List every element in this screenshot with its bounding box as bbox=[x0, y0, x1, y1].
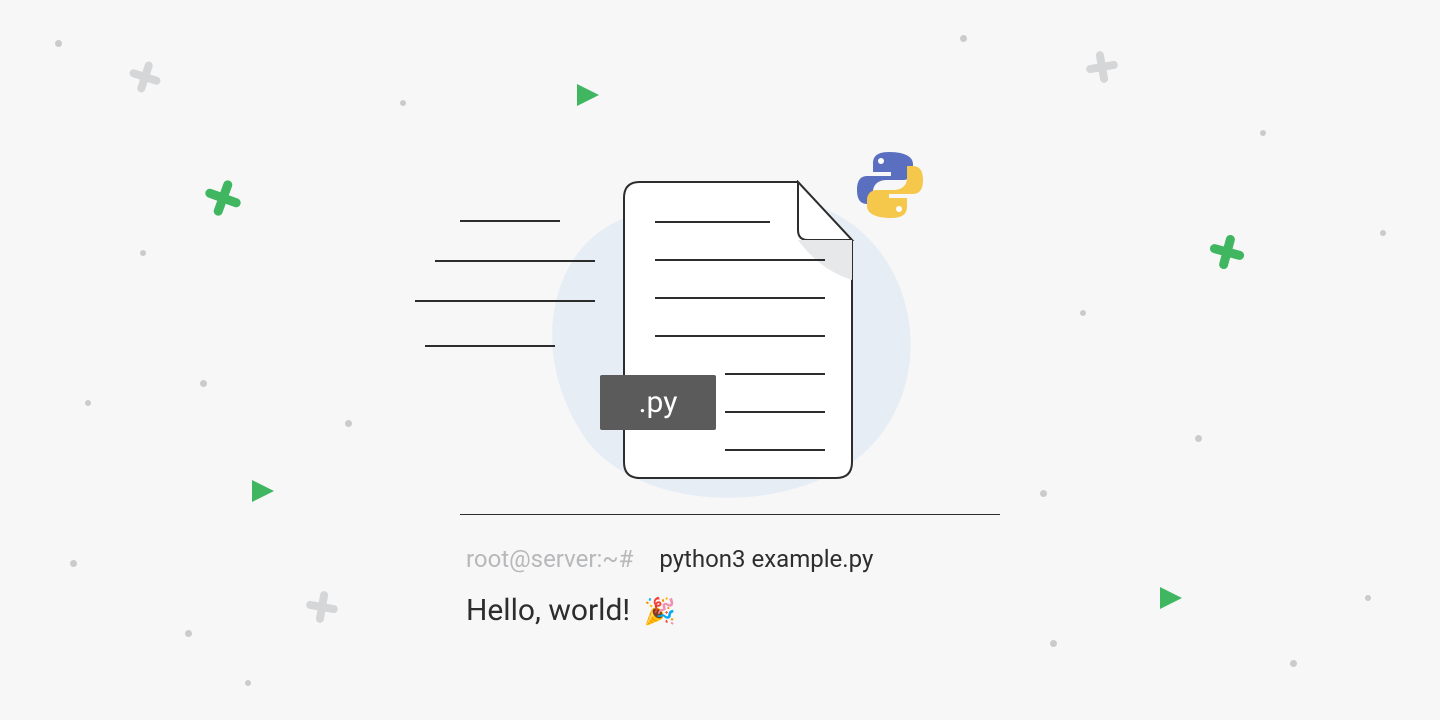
decor-dot bbox=[1040, 490, 1047, 497]
decor-dot bbox=[1290, 660, 1297, 667]
file-extension-label: .py bbox=[639, 385, 678, 420]
decor-dot bbox=[1260, 130, 1266, 136]
python-logo-icon bbox=[855, 150, 925, 220]
decor-dot bbox=[1195, 435, 1202, 442]
decor-dot bbox=[1365, 595, 1371, 601]
x-icon bbox=[305, 590, 339, 628]
decor-dot bbox=[1380, 230, 1386, 236]
terminal-block: root@server:~# python3 example.py Hello,… bbox=[460, 514, 1000, 628]
decor-dot bbox=[960, 35, 967, 42]
decor-dot bbox=[185, 630, 192, 637]
party-popper-icon: 🎉 bbox=[644, 597, 676, 627]
decor-dot bbox=[85, 400, 91, 406]
illustration-stage: .py root@server:~# python3 example.py He… bbox=[0, 0, 1440, 720]
speed-line bbox=[435, 260, 595, 262]
terminal-command-line: root@server:~# python3 example.py bbox=[460, 545, 1000, 573]
decor-dot bbox=[200, 380, 207, 387]
document-icon bbox=[620, 180, 870, 480]
decor-dot bbox=[245, 680, 251, 686]
divider bbox=[460, 514, 1000, 515]
play-icon bbox=[1158, 585, 1184, 615]
decor-dot bbox=[1080, 310, 1086, 316]
speed-line bbox=[415, 300, 595, 302]
decor-dot bbox=[400, 100, 406, 106]
decor-dot bbox=[55, 40, 62, 47]
play-icon bbox=[250, 478, 276, 508]
file-extension-badge: .py bbox=[600, 375, 716, 430]
x-icon bbox=[1085, 50, 1119, 88]
terminal-command: python3 example.py bbox=[659, 545, 873, 573]
terminal-prompt: root@server:~# bbox=[466, 545, 633, 573]
plus-icon bbox=[205, 180, 241, 220]
terminal-output-text: Hello, world! bbox=[466, 593, 630, 628]
play-icon bbox=[575, 82, 601, 112]
decor-dot bbox=[1050, 640, 1057, 647]
speed-line bbox=[425, 345, 555, 347]
decor-dot bbox=[345, 420, 352, 427]
x-icon bbox=[128, 60, 162, 98]
decor-dot bbox=[70, 560, 77, 567]
python-file-illustration: .py bbox=[390, 150, 950, 520]
plus-icon bbox=[1210, 235, 1244, 273]
speed-line bbox=[460, 220, 560, 222]
terminal-output-line: Hello, world! 🎉 bbox=[460, 593, 1000, 628]
decor-dot bbox=[140, 250, 146, 256]
